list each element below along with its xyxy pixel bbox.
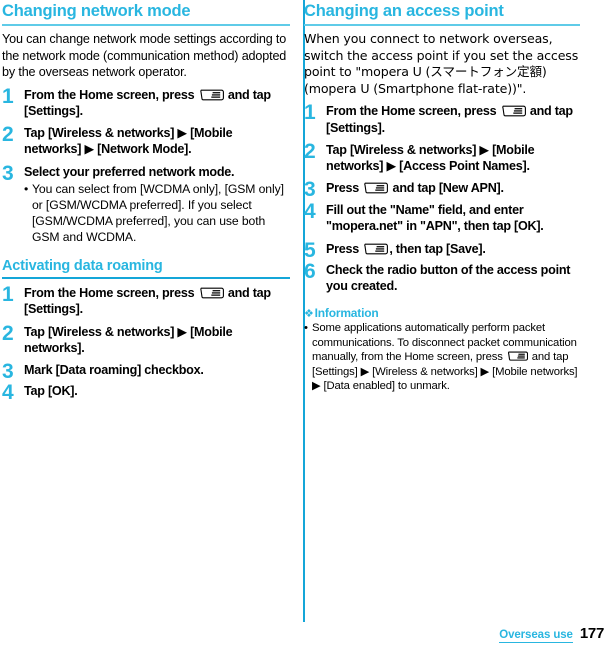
page-number: 177	[579, 625, 604, 642]
information-list: • Some applications automatically perfor…	[304, 321, 580, 394]
step-item: 3 Mark [Data roaming] checkbox.	[2, 360, 290, 384]
step-item: 6 Check the radio button of the access p…	[304, 259, 580, 294]
step-text: Fill out the "Name" field, and enter "mo…	[326, 203, 544, 234]
bullet-glyph: •	[24, 181, 29, 196]
step-text-before-icon: Press	[326, 241, 363, 256]
step-text: Tap [Wireless & networks] ▶ [Mobile netw…	[24, 324, 233, 355]
step-text: Press and tap [New APN].	[326, 180, 580, 196]
menu-key-icon	[199, 89, 224, 102]
step-number: 2	[2, 321, 14, 345]
step-text: Tap [OK].	[24, 384, 78, 399]
steps-list-network-mode: 1 From the Home screen, press and tap [S…	[2, 84, 290, 246]
steps-list-access-point: 1 From the Home screen, press and tap [S…	[304, 101, 580, 294]
intro-paragraph-network-mode: You can change network mode settings acc…	[2, 31, 287, 80]
step-number: 2	[2, 123, 14, 147]
step-item: 5 Press , then tap [Save].	[304, 238, 580, 262]
information-label: Information	[314, 305, 379, 320]
step-number: 6	[304, 259, 316, 283]
menu-key-icon	[199, 287, 224, 300]
step-text: Mark [Data roaming] checkbox.	[24, 363, 204, 378]
step-text-before-icon: Press	[326, 181, 363, 196]
step-text: Check the radio button of the access poi…	[326, 262, 571, 293]
step-item: 4 Tap [OK].	[2, 381, 290, 405]
step-text: Tap [Wireless & networks] ▶ [Mobile netw…	[326, 142, 535, 173]
step-note: • You can select from [WCDMA only], [GSM…	[24, 181, 290, 246]
step-text-before-icon: From the Home screen, press	[24, 87, 198, 102]
step-item: 1 From the Home screen, press and tap [S…	[2, 84, 290, 119]
menu-key-icon	[363, 243, 389, 256]
step-text: Press , then tap [Save].	[326, 241, 580, 257]
section-tab-overseas-use: Overseas use	[499, 629, 573, 643]
step-item: 2 Tap [Wireless & networks] ▶ [Mobile ne…	[2, 123, 290, 157]
step-number: 3	[2, 161, 14, 185]
step-item: 4 Fill out the "Name" field, and enter "…	[304, 200, 580, 234]
information-heading: ❖Information	[304, 306, 580, 320]
step-text: From the Home screen, press and tap [Set…	[326, 103, 580, 135]
step-text: Select your preferred network mode. • Yo…	[24, 164, 290, 246]
intro-paragraph-access-point: When you connect to network overseas, sw…	[304, 30, 579, 96]
information-text: Some applications automatically perform …	[312, 321, 580, 394]
steps-list-data-roaming: 1 From the Home screen, press and tap [S…	[2, 283, 290, 405]
step-item: 2 Tap [Wireless & networks] ▶ [Mobile ne…	[2, 321, 290, 356]
left-column: Changing network mode You can change net…	[0, 0, 290, 405]
step-number: 3	[304, 178, 316, 202]
floret-icon: ❖	[304, 306, 314, 320]
step-text: From the Home screen, press and tap [Set…	[24, 285, 290, 317]
two-column-layout: Changing network mode You can change net…	[0, 0, 608, 625]
information-item: • Some applications automatically perfor…	[304, 321, 580, 394]
page-title-changing-network-mode: Changing network mode	[2, 0, 290, 26]
step-item: 1 From the Home screen, press and tap [S…	[304, 101, 580, 135]
step-number: 1	[2, 84, 14, 108]
step-note-text: You can select from [WCDMA only], [GSM o…	[32, 181, 284, 245]
step-number: 2	[304, 139, 316, 163]
step-item: 1 From the Home screen, press and tap [S…	[2, 283, 290, 317]
step-text: From the Home screen, press and tap [Set…	[24, 87, 290, 119]
step-text-after-icon: , then tap [Save].	[389, 241, 486, 256]
step-text-after-icon: and tap [New APN].	[389, 181, 504, 196]
page-footer: Overseas use 177	[499, 625, 604, 643]
step-heading-text: Select your preferred network mode.	[24, 164, 235, 179]
menu-key-icon	[507, 351, 528, 362]
step-item: 2 Tap [Wireless & networks] ▶ [Mobile ne…	[304, 139, 580, 174]
step-number: 4	[2, 381, 14, 405]
manual-page: Changing network mode You can change net…	[0, 0, 608, 647]
bullet-glyph: •	[304, 321, 308, 334]
step-text-before-icon: From the Home screen, press	[326, 104, 500, 119]
step-item: 3 Select your preferred network mode. • …	[2, 161, 290, 246]
step-text-before-icon: From the Home screen, press	[24, 286, 198, 301]
step-number: 4	[304, 200, 316, 224]
step-number: 1	[2, 283, 14, 307]
menu-key-icon	[363, 182, 389, 195]
step-item: 3 Press and tap [New APN].	[304, 178, 580, 202]
step-number: 3	[2, 360, 14, 384]
page-title-changing-an-access-point: Changing an access point	[304, 0, 580, 26]
step-number: 1	[304, 101, 316, 125]
step-text: Tap [Wireless & networks] ▶ [Mobile netw…	[24, 126, 233, 157]
menu-key-icon	[501, 105, 526, 118]
right-column: Changing an access point When you connec…	[290, 0, 580, 394]
step-number: 5	[304, 238, 316, 262]
subsection-title-activating-data-roaming: Activating data roaming	[2, 256, 290, 280]
